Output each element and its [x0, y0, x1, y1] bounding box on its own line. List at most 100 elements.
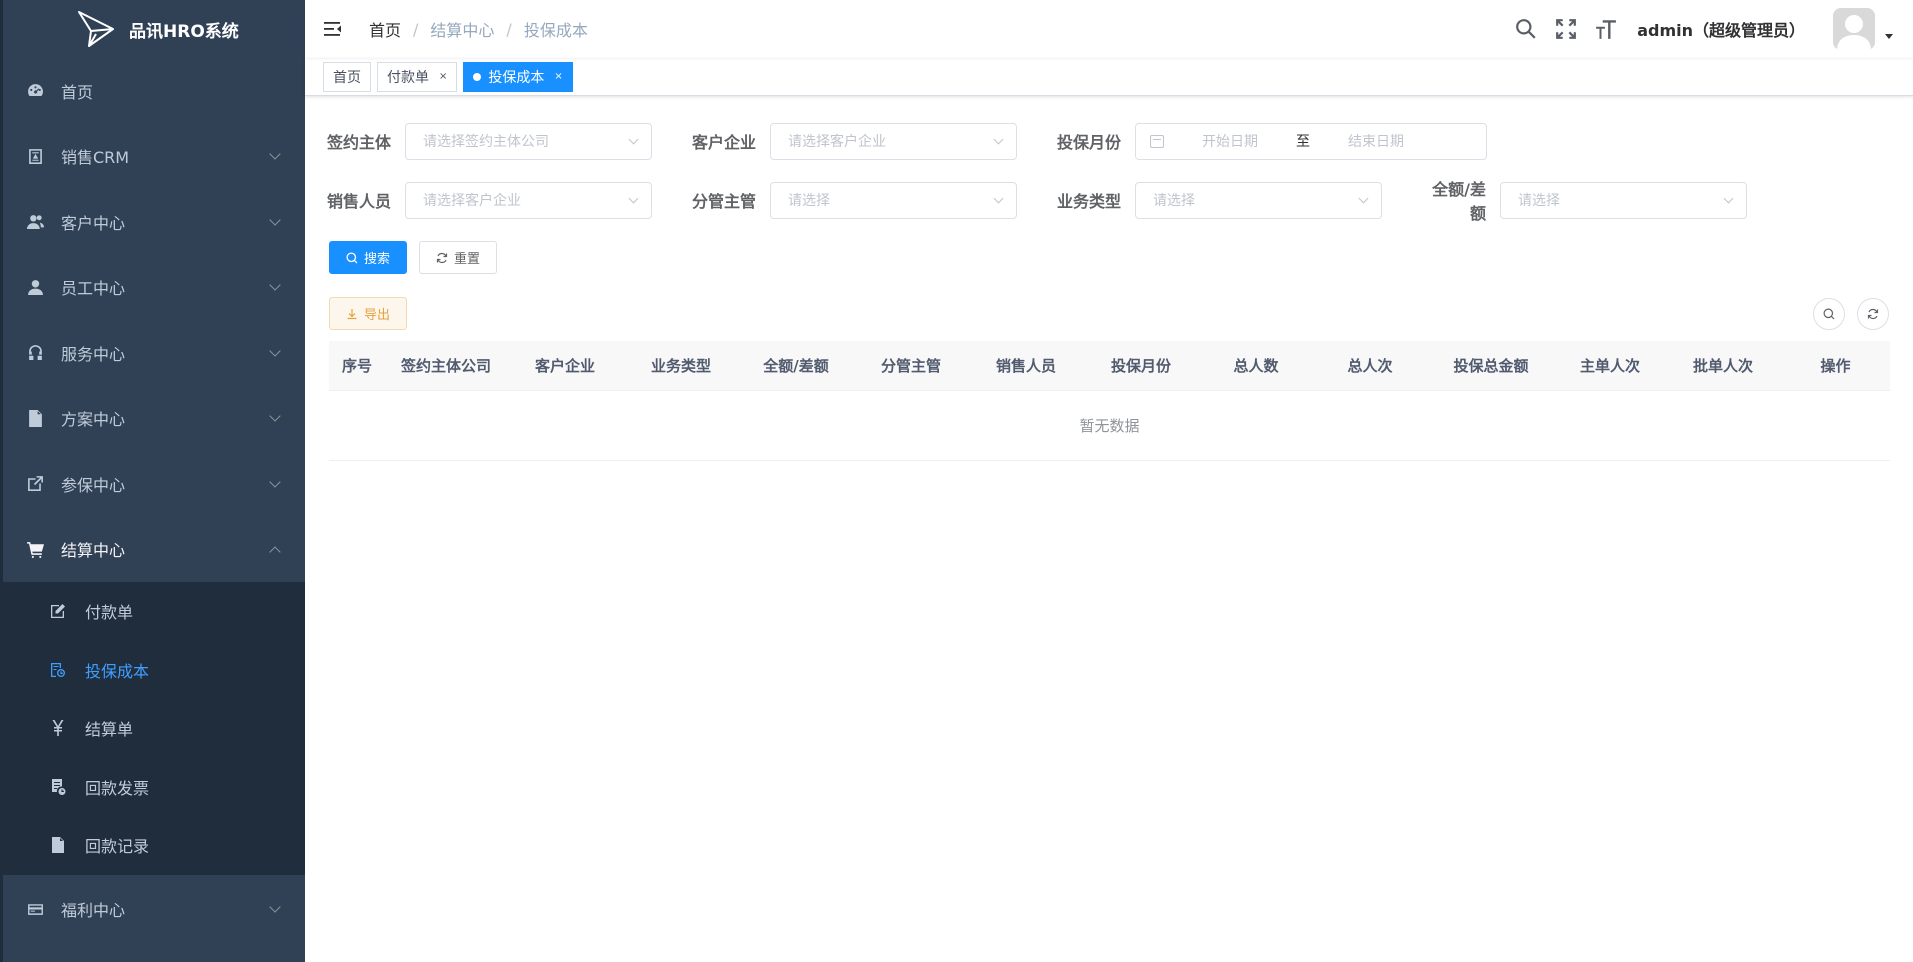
search-icon[interactable]	[1513, 16, 1539, 42]
font-size-icon[interactable]	[1593, 16, 1619, 42]
active-dot-icon	[473, 72, 482, 81]
search-button[interactable]: 搜索	[329, 241, 408, 274]
search-icon	[346, 251, 358, 263]
column-header: 投保月份	[1110, 357, 1171, 375]
filter-label: 销售人员	[326, 192, 391, 211]
tag-label: 首页	[333, 69, 361, 86]
filter-label: 投保月份	[1056, 133, 1121, 152]
external-link-icon	[25, 474, 45, 494]
select-placeholder: 请选择	[1153, 193, 1195, 209]
table-toolbar: 导出	[329, 297, 1889, 330]
sidebar-subitem-insurance-cost[interactable]: 投保成本	[3, 641, 305, 700]
end-date-input[interactable]: 结束日期	[1348, 131, 1404, 151]
signing-entity-select[interactable]: 请选择签约主体公司	[405, 122, 652, 160]
navbar: 首页 / 结算中心 / 投保成本 admin（超级管理员）	[305, 0, 1913, 58]
column-header: 销售人员	[995, 357, 1056, 375]
tag-home[interactable]: 首页	[323, 61, 371, 92]
sidebar-item-service-center[interactable]: 服务中心	[3, 320, 305, 386]
chevron-down-icon	[269, 148, 281, 160]
chevron-down-icon	[1723, 193, 1734, 203]
sidebar-subitem-payment-record[interactable]: 回款记录	[3, 816, 305, 875]
avatar[interactable]	[1833, 8, 1875, 50]
app-title: 品讯HRO系统	[129, 21, 239, 42]
close-icon[interactable]: ×	[554, 71, 562, 82]
salesperson-select[interactable]: 请选择客户企业	[405, 181, 652, 219]
cart-icon	[25, 539, 45, 559]
tag-payment-order[interactable]: 付款单 ×	[377, 61, 458, 92]
download-icon	[347, 308, 357, 319]
sidebar-item-sales-crm[interactable]: 销售CRM	[3, 124, 305, 190]
cost-icon	[49, 661, 67, 679]
business-type-select[interactable]: 请选择	[1135, 181, 1382, 219]
full-diff-select[interactable]: 请选择	[1500, 181, 1747, 219]
paper-plane-logo-icon	[78, 11, 114, 47]
refresh-table-button[interactable]	[1857, 298, 1889, 330]
breadcrumb-separator: /	[413, 19, 419, 39]
hamburger-icon[interactable]	[323, 17, 347, 41]
start-date-input[interactable]: 开始日期	[1202, 131, 1258, 151]
breadcrumb: 首页 / 结算中心 / 投保成本	[369, 17, 588, 41]
sidebar-item-home[interactable]: 首页	[3, 58, 305, 124]
search-icon	[1823, 308, 1835, 320]
sidebar-item-insurance-center[interactable]: 参保中心	[3, 451, 305, 517]
dashboard-icon	[25, 81, 45, 101]
filter-signing-entity: 签约主体 请选择签约主体公司	[325, 122, 652, 160]
reset-button[interactable]: 重置	[419, 241, 498, 274]
breadcrumb-separator: /	[506, 19, 512, 39]
breadcrumb-home[interactable]: 首页	[369, 17, 401, 41]
username[interactable]: admin（超级管理员）	[1637, 17, 1805, 41]
settlement-submenu: 付款单 投保成本 结算单 回款发票 回款记录	[3, 582, 305, 875]
sidebar-item-label: 结算中心	[61, 541, 126, 561]
column-header: 批单人次	[1692, 357, 1753, 375]
sidebar-subitem-payment-order[interactable]: 付款单	[3, 582, 305, 641]
caret-down-icon[interactable]	[1885, 33, 1893, 39]
sidebar-item-label: 销售CRM	[61, 148, 130, 168]
month-range-picker[interactable]: 开始日期 至 结束日期	[1135, 122, 1487, 160]
welfare-icon	[25, 899, 45, 919]
peoples-icon	[25, 212, 45, 232]
sidebar-item-settlement-center[interactable]: 结算中心	[3, 517, 305, 583]
chevron-up-icon	[269, 546, 281, 558]
filter-label: 全额/差额	[1432, 180, 1486, 223]
sidebar-subitem-payment-invoice[interactable]: 回款发票	[3, 758, 305, 817]
calendar-icon	[1150, 134, 1164, 148]
sidebar-item-employee-center[interactable]: 员工中心	[3, 255, 305, 321]
chevron-down-icon	[269, 901, 281, 913]
filter-customer: 客户企业 请选择客户企业	[690, 122, 1017, 160]
fullscreen-icon[interactable]	[1553, 16, 1579, 42]
sidebar-item-label: 福利中心	[61, 901, 126, 921]
column-header: 签约主体公司	[400, 357, 491, 375]
filter-label: 签约主体	[326, 133, 391, 152]
search-button-label: 搜索	[364, 252, 391, 267]
toggle-search-button[interactable]	[1813, 298, 1845, 330]
column-header: 总人数	[1233, 357, 1279, 375]
yen-icon	[49, 719, 67, 737]
sidebar-item-plan-center[interactable]: 方案中心	[3, 386, 305, 452]
crm-icon	[25, 146, 45, 166]
customer-select[interactable]: 请选择客户企业	[770, 122, 1017, 160]
branch-manager-select[interactable]: 请选择	[770, 181, 1017, 219]
sidebar-subitem-settlement-statement[interactable]: 结算单	[3, 699, 305, 758]
edit-icon	[49, 602, 67, 620]
tag-insurance-cost[interactable]: 投保成本 ×	[463, 61, 573, 92]
sidebar-item-customer-center[interactable]: 客户中心	[3, 189, 305, 255]
sidebar: 品讯HRO系统 首页 销售CRM 客户中心 员工中心 服务中心 方案中心 参保中…	[0, 0, 305, 962]
filter-label: 业务类型	[1056, 192, 1121, 211]
user-icon	[25, 277, 45, 297]
column-header: 投保总金额	[1453, 357, 1529, 375]
sidebar-item-label: 首页	[61, 82, 94, 102]
reset-button-label: 重置	[454, 252, 481, 267]
export-button[interactable]: 导出	[329, 297, 408, 330]
sidebar-item-label: 方案中心	[61, 410, 126, 430]
chevron-down-icon	[269, 345, 281, 357]
logo[interactable]: 品讯HRO系统	[3, 0, 305, 58]
filter-label: 分管主管	[691, 192, 756, 211]
chevron-down-icon	[269, 410, 281, 422]
sidebar-item-welfare-center[interactable]: 福利中心	[3, 877, 305, 943]
tag-label: 付款单	[387, 69, 429, 86]
close-icon[interactable]: ×	[439, 71, 447, 82]
column-header: 业务类型	[650, 357, 711, 375]
filter-branch-manager: 分管主管 请选择	[690, 181, 1017, 219]
table-header: 序号 签约主体公司 客户企业 业务类型 全额/差额 分管主管 销售人员 投保月份…	[329, 341, 1890, 391]
select-placeholder: 请选择签约主体公司	[423, 134, 549, 150]
